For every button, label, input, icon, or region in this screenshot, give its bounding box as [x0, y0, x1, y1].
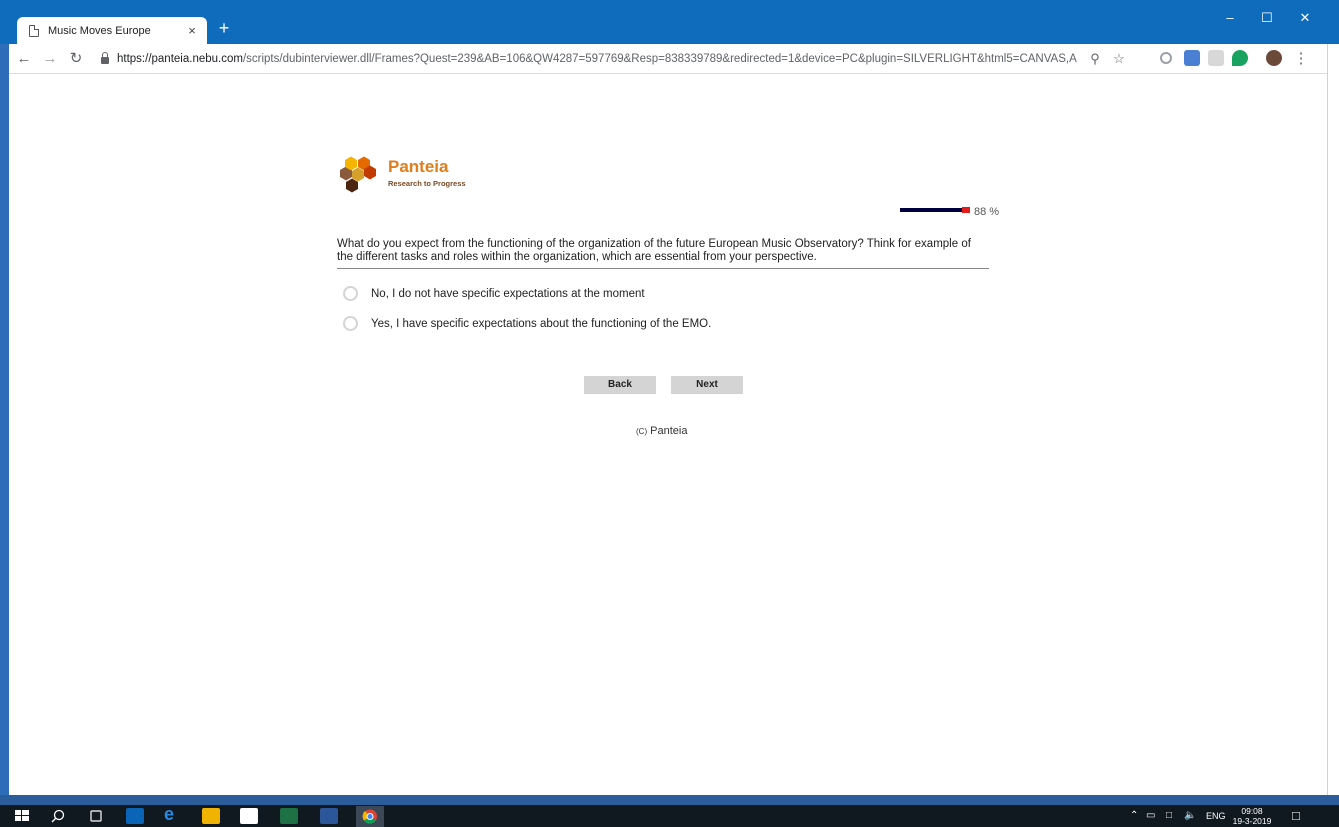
- maximize-icon[interactable]: ☐: [1250, 10, 1284, 26]
- url-host: https://panteia.nebu.com: [117, 53, 243, 65]
- window-bottom-edge: [0, 795, 1339, 805]
- volume-muted-icon[interactable]: 🔈: [1184, 805, 1196, 827]
- progress-bar: [900, 207, 970, 213]
- network-icon[interactable]: □: [1166, 805, 1172, 827]
- radio-button[interactable]: [343, 316, 358, 331]
- hexagon-logo-icon: [340, 156, 376, 193]
- progress-label: 88 %: [974, 206, 1000, 218]
- tab-title: Music Moves Europe: [48, 24, 151, 37]
- edge-browser-icon[interactable]: e: [164, 805, 182, 823]
- copyright-mark: (C): [636, 427, 648, 436]
- close-tab-icon[interactable]: ×: [185, 23, 199, 38]
- clock-date: 19-3-2019: [1232, 816, 1272, 826]
- battery-icon[interactable]: ▭: [1146, 805, 1155, 827]
- brand-tagline: Research to Progress: [388, 179, 466, 188]
- new-tab-button[interactable]: +: [214, 18, 234, 38]
- progress-remaining: [961, 207, 970, 213]
- question-text: What do you expect from the functioning …: [337, 238, 971, 263]
- desktop-edge: [0, 44, 9, 804]
- copyright-notice: (C) Panteia: [636, 425, 687, 437]
- browser-tab[interactable]: Music Moves Europe ×: [17, 17, 207, 44]
- outlook-icon[interactable]: [126, 808, 144, 824]
- option-yes-expectations[interactable]: Yes, I have specific expectations about …: [343, 316, 711, 331]
- close-window-icon[interactable]: ✕: [1288, 10, 1322, 26]
- translate-extension-icon[interactable]: [1184, 50, 1200, 66]
- bookmark-star-icon[interactable]: ☆: [1109, 48, 1129, 70]
- url-text: https://panteia.nebu.com/scripts/dubinte…: [117, 53, 1077, 65]
- scrollbar-track[interactable]: [1327, 44, 1339, 804]
- option-no-expectations[interactable]: No, I do not have specific expectations …: [343, 286, 645, 301]
- chrome-taskbar-button[interactable]: [356, 806, 384, 827]
- store-icon[interactable]: [240, 808, 258, 824]
- url-path: /scripts/dubinterviewer.dll/Frames?Quest…: [242, 53, 1077, 65]
- zoom-icon[interactable]: ⚲: [1085, 48, 1105, 70]
- forward-arrow-icon[interactable]: →: [39, 48, 61, 70]
- reload-icon[interactable]: ↻: [65, 48, 87, 70]
- profile-avatar[interactable]: [1266, 50, 1282, 66]
- address-bar[interactable]: https://panteia.nebu.com/scripts/dubinte…: [101, 48, 1153, 70]
- question-divider: [337, 268, 989, 269]
- browser-toolbar: ← → ↻ https://panteia.nebu.com/scripts/d…: [9, 44, 1327, 74]
- radio-button[interactable]: [343, 286, 358, 301]
- option-label[interactable]: Yes, I have specific expectations about …: [371, 318, 711, 330]
- excel-icon[interactable]: [280, 808, 298, 824]
- windows-start-icon[interactable]: [14, 808, 32, 824]
- lock-icon: [101, 52, 109, 64]
- menu-kebab-icon[interactable]: ⋮: [1290, 48, 1312, 70]
- tray-overflow-icon[interactable]: ⌃: [1130, 805, 1138, 827]
- back-button[interactable]: Back: [584, 376, 656, 394]
- taskbar-clock[interactable]: 09:08 19-3-2019: [1232, 806, 1272, 826]
- evernote-extension-icon[interactable]: [1232, 50, 1248, 66]
- extension-circle-icon[interactable]: [1160, 52, 1172, 64]
- search-icon[interactable]: [50, 808, 68, 824]
- panteia-logo: Panteia Research to Progress: [330, 155, 480, 195]
- file-explorer-icon[interactable]: [202, 808, 220, 824]
- copyright-text: Panteia: [650, 425, 688, 437]
- pdf-extension-icon[interactable]: [1208, 50, 1224, 66]
- task-view-icon[interactable]: [88, 808, 106, 824]
- option-label[interactable]: No, I do not have specific expectations …: [371, 288, 645, 300]
- next-button[interactable]: Next: [671, 376, 743, 394]
- word-icon[interactable]: [320, 808, 338, 824]
- back-arrow-icon[interactable]: ←: [13, 48, 35, 70]
- notifications-icon[interactable]: □: [1292, 805, 1300, 827]
- page-icon: [29, 24, 39, 37]
- clock-time: 09:08: [1241, 806, 1263, 816]
- minimize-icon[interactable]: –: [1213, 10, 1247, 25]
- brand-name: Panteia: [388, 157, 449, 176]
- language-indicator[interactable]: ENG: [1206, 805, 1226, 827]
